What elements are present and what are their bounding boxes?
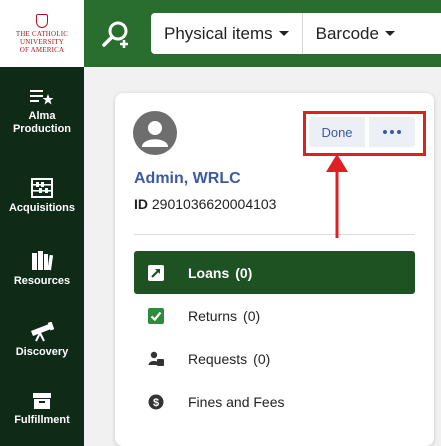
caret-down-icon	[384, 31, 395, 36]
scope-dropdown-label: Physical items	[164, 23, 273, 43]
nav-label-acquisitions: Acquisitions	[8, 202, 75, 214]
annotation-arrow-icon	[326, 154, 348, 238]
books-icon	[31, 251, 53, 271]
menu-count-returns: (0)	[243, 307, 261, 324]
logo-line-1: THE CATHOLIC	[15, 29, 69, 38]
search-scope-group: Physical items Barcode	[151, 13, 441, 54]
menu-item-returns[interactable]: Returns (0)	[134, 294, 415, 337]
nav-item-resources[interactable]: Resources	[0, 251, 84, 288]
user-id: ID 2901036620004103	[134, 196, 276, 212]
menu-item-loans[interactable]: Loans (0)	[134, 251, 415, 294]
svg-text:$: $	[153, 397, 159, 409]
left-navigation: THE CATHOLIC UNIVERSITY OF AMERICA Alma …	[0, 0, 84, 446]
menu-label-loans: Loans	[188, 264, 230, 281]
abacus-icon	[31, 178, 53, 198]
search-plus-icon[interactable]	[100, 18, 132, 50]
menu-item-requests[interactable]: Requests (0)	[134, 337, 415, 380]
dollar-circle-icon: $	[148, 394, 164, 410]
nav-label-discovery: Discovery	[15, 346, 69, 358]
nav-item-discovery[interactable]: Discovery	[0, 322, 84, 359]
archive-box-icon	[32, 392, 52, 410]
nav-item-acquisitions[interactable]: Acquisitions	[0, 178, 84, 215]
university-logo[interactable]: THE CATHOLIC UNIVERSITY OF AMERICA	[0, 0, 84, 67]
menu-label-returns: Returns	[188, 307, 238, 324]
check-square-icon	[148, 307, 164, 324]
menu-label-fines-and-fees: Fines and Fees	[188, 393, 285, 410]
user-avatar-icon	[133, 111, 177, 155]
nav-label-alma-production: Alma Production	[12, 110, 72, 135]
person-request-icon	[148, 351, 164, 367]
field-dropdown[interactable]: Barcode	[303, 13, 408, 54]
top-bar: Physical items Barcode	[84, 0, 441, 67]
user-id-value: 2901036620004103	[151, 196, 277, 212]
menu-label-requests: Requests	[188, 350, 248, 367]
telescope-icon	[29, 322, 55, 342]
field-dropdown-label: Barcode	[315, 23, 379, 43]
arrow-out-icon	[148, 264, 164, 281]
menu-item-fines-and-fees[interactable]: $ Fines and Fees	[134, 380, 415, 423]
scope-dropdown[interactable]: Physical items	[151, 13, 302, 54]
nav-label-fulfillment: Fulfillment	[14, 414, 70, 426]
user-name-link[interactable]: Admin, WRLC	[134, 170, 241, 188]
logo-line-2: UNIVERSITY	[20, 37, 64, 46]
crest-icon	[36, 13, 48, 28]
menu-count-loans: (0)	[235, 264, 253, 281]
nav-item-alma-production[interactable]: Alma Production	[0, 88, 84, 136]
logo-line-3: OF AMERICA	[19, 45, 65, 54]
menu-count-requests: (0)	[253, 350, 271, 367]
nav-label-resources: Resources	[13, 275, 71, 287]
card-divider	[134, 234, 415, 235]
user-id-label: ID	[134, 196, 148, 212]
caret-down-icon	[278, 31, 289, 36]
nav-item-fulfillment[interactable]: Fulfillment	[0, 392, 84, 427]
patron-services-menu: Loans (0) Returns (0) Requests (0) $ Fin…	[134, 251, 415, 423]
alma-star-list-icon	[30, 88, 54, 106]
